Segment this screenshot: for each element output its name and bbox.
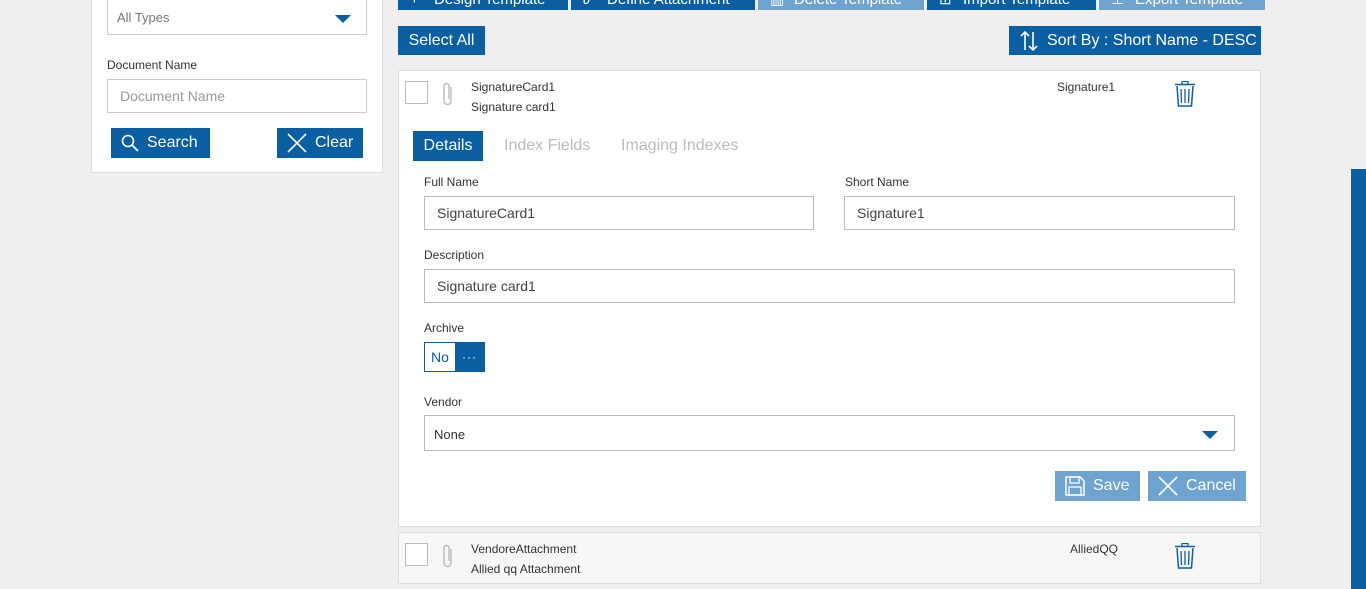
full-name-field[interactable]: SignatureCard1	[424, 196, 814, 230]
document-type-select[interactable]: All Types	[107, 0, 367, 35]
archive-toggle-value: No	[425, 343, 455, 371]
define-attachment-label: Define Attachment	[607, 0, 730, 8]
paperclip-icon	[443, 544, 452, 568]
sort-button[interactable]: Sort By : Short Name - DESC	[1009, 26, 1261, 55]
description-label: Description	[424, 248, 485, 262]
save-icon	[1065, 476, 1085, 496]
document-name-input[interactable]	[107, 79, 367, 113]
full-name-label: Full Name	[424, 175, 479, 189]
search-icon	[121, 134, 139, 152]
template-description: Allied qq Attachment	[471, 562, 581, 576]
export-template-label: Export Template	[1135, 0, 1243, 8]
tab-imaging-indexes[interactable]: Imaging Indexes	[621, 131, 738, 161]
document-name-label: Document Name	[107, 58, 198, 72]
template-description: Signature card1	[471, 100, 556, 114]
filter-panel: All Types Document Name Search Clear	[91, 0, 383, 173]
archive-label: Archive	[424, 321, 465, 335]
vendor-select[interactable]: None	[424, 415, 1235, 451]
vendor-select-value: None	[434, 427, 466, 442]
template-full-name: VendoreAttachment	[471, 542, 577, 556]
save-button[interactable]: Save	[1055, 471, 1140, 501]
document-type-value: All Types	[117, 10, 170, 25]
template-short-name: Signature1	[1057, 80, 1116, 94]
close-icon	[1158, 476, 1178, 496]
cancel-button-label: Cancel	[1186, 477, 1236, 494]
plus-icon: +	[410, 0, 424, 8]
archive-toggle-knob: ···	[455, 343, 484, 371]
sort-icon	[1020, 30, 1038, 51]
import-template-button[interactable]: ⊞ Import Template	[927, 0, 1096, 10]
tab-index-fields[interactable]: Index Fields	[504, 131, 590, 161]
template-full-name: SignatureCard1	[471, 80, 556, 94]
clear-button[interactable]: Clear	[277, 128, 363, 158]
template-card: SignatureCard1 Signature card1 Signature…	[398, 70, 1261, 527]
sort-label: Sort By : Short Name - DESC	[1047, 31, 1257, 49]
template-short-name: AlliedQQ	[1070, 542, 1119, 556]
clear-button-label: Clear	[315, 134, 354, 151]
import-icon: ⊞	[939, 0, 953, 8]
short-name-field[interactable]: Signature1	[844, 196, 1235, 230]
vendor-label: Vendor	[424, 395, 463, 409]
chevron-down-icon	[1202, 431, 1218, 439]
archive-toggle[interactable]: No ···	[424, 342, 485, 372]
select-all-label: Select All	[408, 31, 475, 49]
paperclip-icon	[443, 82, 452, 106]
short-name-label: Short Name	[845, 175, 910, 189]
trash-icon: ▥	[770, 0, 784, 8]
paperclip-icon: ∂	[583, 0, 597, 8]
select-all-button[interactable]: Select All	[398, 26, 485, 55]
template-checkbox[interactable]	[405, 81, 428, 104]
export-template-button[interactable]: ⊥ Export Template	[1099, 0, 1265, 10]
trash-icon[interactable]	[1174, 543, 1196, 569]
trash-icon[interactable]	[1174, 81, 1196, 107]
search-button-label: Search	[147, 134, 198, 151]
template-checkbox[interactable]	[405, 543, 428, 566]
tab-details[interactable]: Details	[413, 131, 483, 161]
cancel-button[interactable]: Cancel	[1148, 471, 1246, 501]
delete-template-label: Delete Template	[794, 0, 902, 8]
save-button-label: Save	[1093, 477, 1130, 494]
export-icon: ⊥	[1111, 0, 1125, 8]
design-template-button[interactable]: + Design Template	[398, 0, 568, 10]
page-scrollbar[interactable]	[1351, 169, 1366, 589]
template-card[interactable]: VendoreAttachment Allied qq Attachment A…	[398, 532, 1261, 584]
description-field[interactable]: Signature card1	[424, 269, 1235, 303]
chevron-down-icon	[335, 15, 351, 23]
design-template-label: Design Template	[434, 0, 545, 8]
search-button[interactable]: Search	[111, 128, 210, 158]
close-icon	[287, 133, 307, 153]
define-attachment-button[interactable]: ∂ Define Attachment	[571, 0, 755, 10]
import-template-label: Import Template	[963, 0, 1070, 8]
delete-template-button[interactable]: ▥ Delete Template	[758, 0, 924, 10]
